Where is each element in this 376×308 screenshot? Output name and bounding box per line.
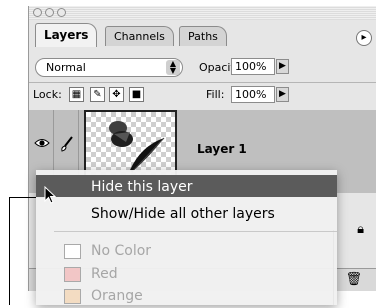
opacity-slider-button[interactable]: ▶ bbox=[276, 59, 289, 74]
color-label: Orange bbox=[91, 288, 143, 304]
tab-channels[interactable]: Channels bbox=[105, 26, 174, 46]
zoom-window-button[interactable] bbox=[57, 8, 66, 17]
context-menu: Hide this layer Show/Hide all other laye… bbox=[36, 170, 337, 305]
color-swatch bbox=[64, 289, 81, 304]
color-label: Red bbox=[91, 266, 118, 282]
lock-all-icon[interactable]: ■ bbox=[129, 87, 144, 102]
tab-paths[interactable]: Paths bbox=[179, 26, 227, 46]
menu-separator bbox=[54, 231, 337, 232]
color-label: No Color bbox=[91, 243, 152, 259]
trash-icon[interactable]: 🗑︎ bbox=[345, 272, 362, 287]
color-swatch bbox=[64, 267, 81, 282]
close-window-button[interactable] bbox=[33, 8, 42, 17]
lock-paint-icon[interactable]: ✎ bbox=[90, 87, 105, 102]
blend-mode-value: Normal bbox=[46, 61, 86, 74]
opacity-field[interactable]: 100% bbox=[231, 58, 275, 75]
fill-slider-button[interactable]: ▶ bbox=[276, 87, 289, 102]
fill-label: Fill: bbox=[206, 88, 225, 101]
lock-transparency-icon[interactable]: ▦ bbox=[69, 87, 84, 102]
blend-mode-select[interactable]: Normal ▲ ▼ bbox=[35, 58, 183, 77]
layer-name[interactable]: Layer 1 bbox=[197, 142, 247, 156]
eye-icon bbox=[34, 139, 50, 147]
menu-item-show-hide-all-other-layers[interactable]: Show/Hide all other layers bbox=[36, 202, 337, 224]
tab-bar: Layers Channels Paths ▸ bbox=[29, 20, 376, 50]
lock-icon: 🔒︎ bbox=[357, 222, 364, 237]
lock-label: Lock: bbox=[33, 88, 62, 101]
callout-line bbox=[9, 197, 10, 305]
fill-field[interactable]: 100% bbox=[231, 86, 275, 103]
minimize-window-button[interactable] bbox=[45, 8, 54, 17]
mouse-pointer-icon bbox=[44, 186, 56, 204]
paintbrush-icon bbox=[61, 136, 73, 152]
divider bbox=[29, 82, 376, 83]
menu-item-hide-this-layer[interactable]: Hide this layer bbox=[36, 175, 337, 197]
title-bar[interactable] bbox=[29, 6, 376, 20]
tab-layers[interactable]: Layers bbox=[35, 23, 98, 47]
palette-menu-button[interactable]: ▸ bbox=[356, 30, 372, 46]
layer-thumbnail-image bbox=[109, 121, 165, 173]
color-swatch bbox=[64, 244, 81, 259]
lock-position-icon[interactable]: ✥ bbox=[109, 87, 124, 102]
updown-arrows-icon: ▲ ▼ bbox=[166, 60, 180, 75]
